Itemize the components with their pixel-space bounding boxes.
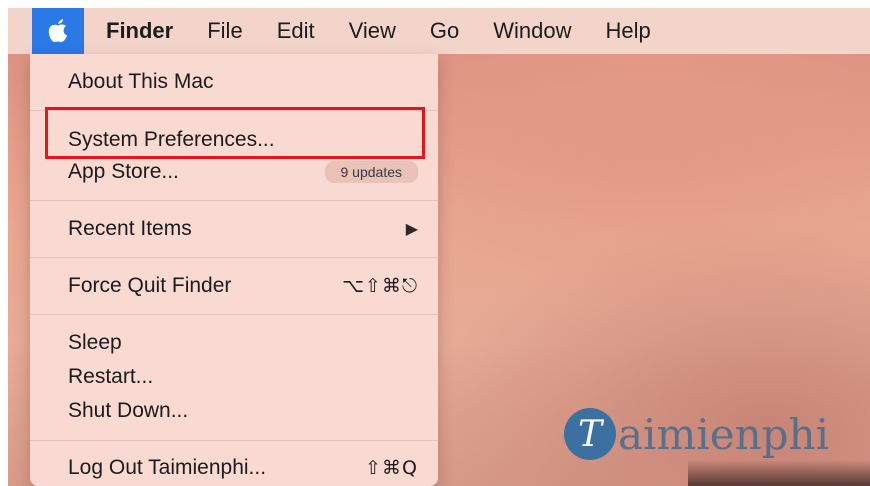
menu-item-app-store[interactable]: App Store... 9 updates bbox=[68, 155, 418, 189]
force-quit-label: Force Quit Finder bbox=[68, 274, 232, 297]
updates-badge: 9 updates bbox=[324, 161, 418, 183]
menu-finder[interactable]: Finder bbox=[84, 8, 190, 54]
log-out-shortcut: ⇧⌘Q bbox=[365, 457, 418, 479]
submenu-arrow-icon: ▶ bbox=[405, 221, 418, 238]
sleep-label: Sleep bbox=[68, 331, 122, 354]
menu-item-restart[interactable]: Restart... bbox=[68, 360, 418, 394]
menu-item-log-out[interactable]: Log Out Taimienphi... ⇧⌘Q bbox=[68, 451, 418, 485]
menu-separator bbox=[30, 200, 438, 201]
apple-logo-icon bbox=[48, 19, 67, 43]
menu-item-recent-items[interactable]: Recent Items ▶ bbox=[68, 212, 418, 246]
force-quit-shortcut: ⌥⇧⌘⎋ bbox=[342, 275, 418, 297]
menu-item-sleep[interactable]: Sleep bbox=[68, 326, 418, 360]
menu-window[interactable]: Window bbox=[476, 8, 588, 54]
apple-menu-button[interactable] bbox=[32, 8, 84, 54]
menu-item-shut-down[interactable]: Shut Down... bbox=[68, 394, 418, 428]
restart-label: Restart... bbox=[68, 365, 154, 388]
menu-separator bbox=[30, 257, 438, 258]
mountain-silhouette bbox=[688, 460, 870, 486]
menu-item-force-quit[interactable]: Force Quit Finder ⌥⇧⌘⎋ bbox=[68, 269, 418, 303]
highlight-box bbox=[45, 107, 425, 159]
app-store-label: App Store... bbox=[68, 160, 179, 183]
menu-bar: Finder File Edit View Go Window Help bbox=[8, 8, 870, 54]
menu-help[interactable]: Help bbox=[589, 8, 668, 54]
log-out-label: Log Out Taimienphi... bbox=[68, 456, 267, 479]
menu-file[interactable]: File bbox=[190, 8, 259, 54]
menu-separator bbox=[30, 440, 438, 441]
shut-down-label: Shut Down... bbox=[68, 399, 189, 422]
watermark: T aimienphi bbox=[564, 408, 829, 460]
about-label: About This Mac bbox=[68, 70, 214, 93]
watermark-logo-icon: T bbox=[564, 408, 616, 460]
desktop-background: Finder File Edit View Go Window Help Abo… bbox=[8, 8, 870, 486]
watermark-text: aimienphi bbox=[618, 409, 830, 459]
menu-edit[interactable]: Edit bbox=[260, 8, 332, 54]
menu-separator bbox=[30, 314, 438, 315]
recent-items-label: Recent Items bbox=[68, 217, 192, 240]
menu-go[interactable]: Go bbox=[413, 8, 476, 54]
menu-item-about-this-mac[interactable]: About This Mac bbox=[68, 65, 418, 99]
menu-view[interactable]: View bbox=[332, 8, 413, 54]
